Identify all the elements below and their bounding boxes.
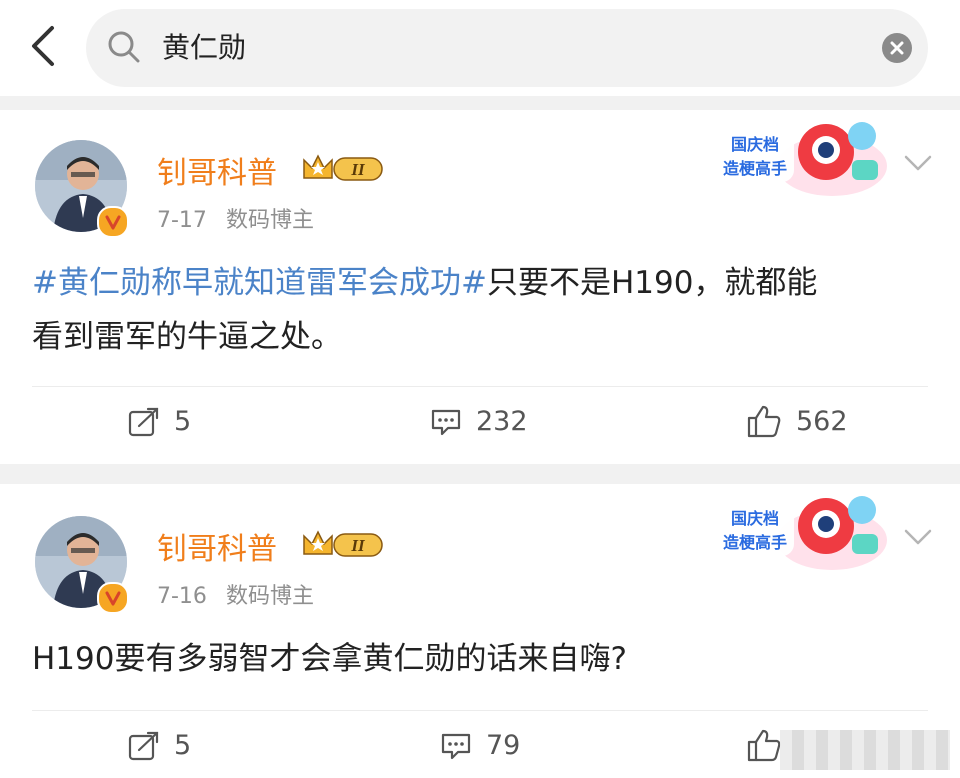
post-date: 7-17 — [157, 208, 207, 233]
sticker-badge: 国庆档 造梗高手 — [714, 114, 894, 208]
verified-icon — [97, 582, 129, 614]
author-name[interactable]: 钊哥科普 — [157, 524, 277, 568]
clear-button[interactable] — [882, 33, 912, 63]
author-role: 数码博主 — [225, 208, 314, 233]
like-icon — [747, 729, 781, 762]
post-text: #黄仁勋称早就知道雷军会成功#只要不是H190，就都能 看到雷军的牛逼之处。 — [32, 256, 928, 364]
post-text-line: 只要不是H190，就都能 — [486, 265, 818, 301]
like-count: 562 — [796, 405, 848, 437]
crown-icon: II — [300, 150, 386, 190]
search-input[interactable]: 黄仁勋 — [86, 9, 928, 87]
repost-button[interactable]: 5 — [128, 406, 191, 437]
svg-text:造梗高手: 造梗高手 — [723, 533, 787, 552]
author-role: 数码博主 — [225, 584, 314, 609]
like-button[interactable]: 562 — [746, 404, 848, 438]
divider — [32, 710, 928, 711]
post-text: H190要有多弱智才会拿黄仁勋的话来自嗨? — [32, 641, 627, 677]
repost-icon — [128, 407, 159, 436]
search-icon — [108, 31, 140, 63]
repost-icon — [128, 731, 159, 760]
svg-text:II: II — [350, 160, 366, 179]
comment-button[interactable]: 232 — [430, 406, 528, 437]
comment-icon — [431, 409, 461, 435]
svg-text:造梗高手: 造梗高手 — [723, 159, 787, 178]
repost-button[interactable]: 5 — [128, 730, 191, 761]
like-icon — [747, 405, 781, 438]
comment-icon — [441, 733, 471, 759]
post-text-line: 看到雷军的牛逼之处。 — [32, 319, 342, 355]
divider — [32, 386, 928, 387]
blurred-overlay — [780, 730, 950, 770]
separator — [0, 96, 960, 110]
comment-button[interactable]: 79 — [440, 730, 520, 761]
svg-text:国庆档: 国庆档 — [731, 509, 779, 528]
back-button[interactable] — [20, 22, 64, 70]
repost-count: 5 — [174, 730, 192, 761]
comment-count: 79 — [486, 730, 521, 761]
crown-icon: II — [300, 526, 386, 566]
author-name[interactable]: 钊哥科普 — [157, 148, 277, 192]
post-date: 7-16 — [157, 584, 207, 609]
sticker-badge: 国庆档 造梗高手 — [714, 488, 894, 582]
post-meta: 7-17 数码博主 — [157, 202, 326, 234]
svg-text:II: II — [350, 536, 366, 555]
search-query: 黄仁勋 — [162, 31, 247, 64]
chevron-down-icon[interactable] — [904, 154, 932, 176]
clear-icon — [890, 41, 904, 55]
search-header: 黄仁勋 — [0, 0, 960, 96]
post-card[interactable]: 钊哥科普 II 7-17 数码博主 国庆档 造梗高手 #黄仁勋称早就知道雷军会成… — [0, 110, 960, 464]
post-meta: 7-16 数码博主 — [157, 578, 326, 610]
chevron-down-icon[interactable] — [904, 528, 932, 550]
comment-count: 232 — [476, 406, 528, 437]
back-icon — [32, 26, 54, 66]
verified-icon — [97, 206, 129, 238]
hashtag-link[interactable]: #黄仁勋称早就知道雷军会成功# — [32, 265, 487, 301]
separator — [0, 464, 960, 484]
svg-text:国庆档: 国庆档 — [731, 135, 779, 154]
repost-count: 5 — [174, 406, 192, 437]
